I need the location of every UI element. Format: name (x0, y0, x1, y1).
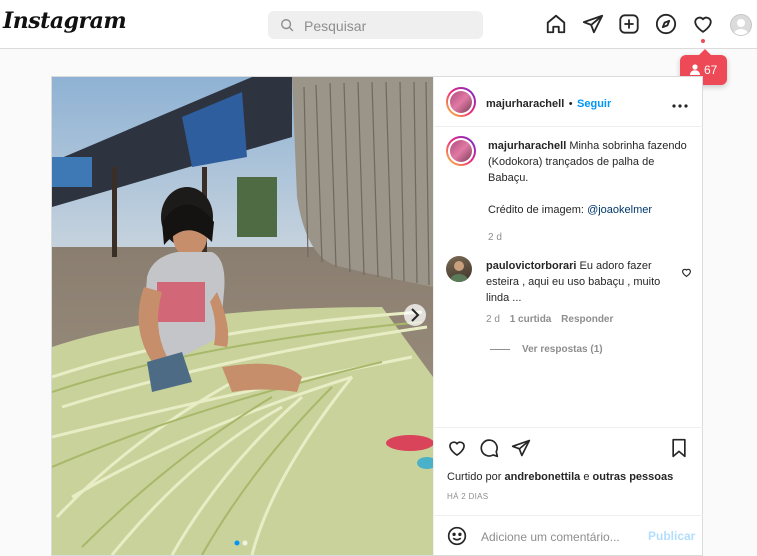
save-bookmark-icon[interactable] (670, 438, 688, 463)
activity-heart-icon[interactable] (692, 13, 714, 35)
follow-button[interactable]: Seguir (577, 98, 611, 110)
direct-message-icon[interactable] (582, 13, 604, 35)
caption-time: 2 d (488, 232, 502, 243)
comment-bubble-icon[interactable] (479, 438, 499, 463)
post-caption: majurharachell Minha sobrinha fazendo (K… (488, 138, 693, 246)
author-username[interactable]: majurharachell (486, 98, 564, 110)
notification-count: 67 (704, 63, 718, 77)
post-image[interactable] (52, 77, 433, 555)
comment-input[interactable] (479, 526, 643, 548)
liked-by: Curtido por andrebonettila e outras pess… (447, 471, 673, 483)
reply-button[interactable]: Responder (561, 314, 613, 325)
home-icon[interactable] (545, 13, 567, 35)
share-send-icon[interactable] (511, 438, 531, 463)
comment-likes[interactable]: 1 curtida (510, 314, 552, 325)
caption-username[interactable]: majurharachell (488, 140, 566, 152)
caption-author-avatar[interactable] (446, 136, 476, 166)
explore-compass-icon[interactable] (655, 13, 677, 35)
post-photo-illustration (52, 77, 433, 555)
emoji-icon[interactable] (447, 526, 467, 551)
liked-user[interactable]: andrebonettila (504, 471, 580, 483)
post-time-ago[interactable]: HÁ 2 DIAS (447, 492, 488, 501)
view-replies-button[interactable]: Ver respostas (1) (522, 344, 603, 355)
more-options-icon[interactable] (672, 95, 688, 113)
comment-composer: Publicar (434, 515, 703, 556)
search-icon (281, 19, 294, 32)
post-header: majurharachell • Seguir (434, 77, 703, 127)
comment-meta: 2 d 1 curtida Responder (486, 314, 613, 325)
commenter-avatar[interactable] (446, 256, 472, 282)
comment-body: paulovictorborari Eu adoro fazer esteira… (486, 258, 676, 306)
notification-dot (701, 39, 705, 43)
post-card: majurharachell • Seguir majurharachell M… (51, 76, 703, 556)
commenter-username[interactable]: paulovictorborari (486, 260, 576, 272)
post-sidebar: majurharachell • Seguir majurharachell M… (433, 77, 703, 555)
comment-like-heart-icon[interactable] (681, 265, 692, 283)
separator-dot: • (568, 98, 573, 110)
liked-prefix: Curtido por (447, 471, 502, 483)
publish-button[interactable]: Publicar (648, 529, 695, 543)
replies-divider (490, 349, 510, 350)
author-avatar[interactable] (446, 87, 476, 117)
search-input[interactable] (302, 11, 476, 41)
search-box[interactable] (268, 11, 483, 41)
top-navigation: Instagram (0, 0, 757, 49)
credit-label: Crédito de imagem: (488, 204, 584, 216)
post-actions: Curtido por andrebonettila e outras pess… (434, 427, 703, 516)
person-icon (690, 64, 700, 75)
liked-conjunction: e (583, 471, 590, 483)
profile-avatar[interactable] (730, 14, 752, 36)
like-heart-icon[interactable] (447, 438, 467, 463)
credit-mention[interactable]: @joaokelmer (587, 204, 652, 216)
new-post-icon[interactable] (618, 13, 640, 35)
instagram-logo[interactable]: Instagram (3, 8, 127, 34)
liked-others[interactable]: outras pessoas (593, 471, 674, 483)
comment-time: 2 d (486, 314, 500, 325)
